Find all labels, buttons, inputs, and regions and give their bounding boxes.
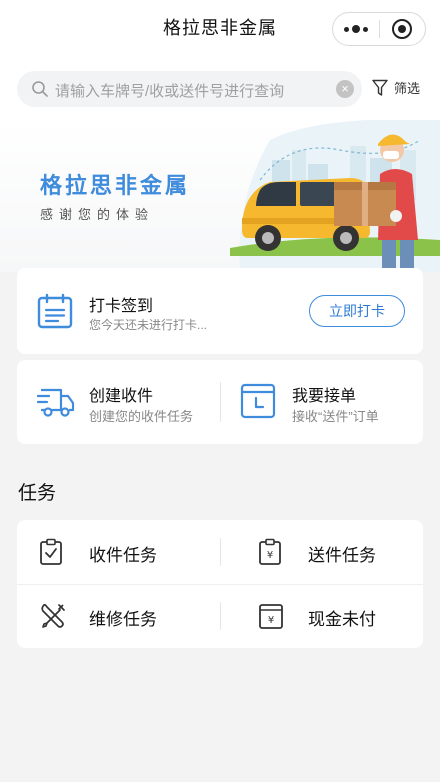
accept-order-title: 我要接单 (292, 388, 357, 405)
delivery-task-label: 送件任务 (308, 546, 376, 565)
search-icon (32, 81, 48, 97)
search-row: 请输入车牌号/收或送件号进行查询 × 筛选 (0, 56, 440, 120)
search-input[interactable]: 请输入车牌号/收或送件号进行查询 × (17, 71, 362, 107)
delivery-task-button[interactable]: ¥ 送件任务 (220, 520, 423, 584)
checkin-title: 打卡签到 (89, 298, 154, 315)
mini-program-capsule (332, 12, 426, 46)
clear-icon[interactable]: × (336, 80, 354, 98)
tasks-section-title: 任务 (18, 483, 57, 504)
clipboard-yen-icon: ¥ (259, 538, 281, 565)
calendar-icon (37, 293, 73, 329)
more-options-button[interactable] (333, 12, 379, 46)
close-miniprogram-button[interactable] (379, 12, 425, 46)
repair-task-label: 维修任务 (89, 610, 157, 629)
cash-unpaid-label: 现金未付 (308, 610, 376, 629)
repair-task-button[interactable]: 维修任务 (17, 584, 220, 648)
checkin-button[interactable]: 立即打卡 (309, 295, 405, 327)
cash-drawer-icon: ¥ (259, 604, 283, 629)
create-pickup-subtitle: 创建您的收件任务 (89, 409, 194, 424)
filter-button[interactable]: 筛选 (372, 78, 420, 97)
banner-brand: 格拉思非金属 (40, 173, 191, 198)
delivery-truck-icon (37, 388, 75, 417)
clipboard-check-icon (40, 538, 62, 565)
filter-label: 筛选 (394, 81, 421, 96)
top-bar: 格拉思非金属 (0, 0, 440, 56)
search-placeholder: 请输入车牌号/收或送件号进行查询 (55, 83, 285, 100)
delivery-illustration (230, 120, 440, 272)
create-pickup-button[interactable]: 创建收件 创建您的收件任务 (17, 360, 220, 444)
tasks-card: 收件任务 ¥ 送件任务 维修任务 ¥ 现金未付 (17, 520, 423, 648)
accept-order-button[interactable]: 我要接单 接收“送件”订单 (220, 360, 423, 444)
pickup-task-label: 收件任务 (89, 546, 157, 565)
checkin-subtitle: 您今天还未进行打卡... (89, 318, 208, 332)
actions-card: 创建收件 创建您的收件任务 我要接单 接收“送件”订单 (17, 360, 423, 444)
create-pickup-title: 创建收件 (89, 388, 154, 405)
svg-text:¥: ¥ (268, 615, 274, 626)
calendar-clock-icon (240, 383, 276, 419)
accept-order-subtitle: 接收“送件”订单 (292, 409, 379, 424)
banner-slogan: 感谢您的体验 (40, 207, 155, 222)
filter-icon (372, 79, 388, 96)
hero-banner: 格拉思非金属 感谢您的体验 (0, 120, 440, 272)
cash-unpaid-button[interactable]: ¥ 现金未付 (220, 584, 423, 648)
pickup-task-button[interactable]: 收件任务 (17, 520, 220, 584)
wrench-screwdriver-icon (41, 603, 65, 628)
target-icon (392, 19, 413, 39)
checkin-card: 打卡签到 您今天还未进行打卡... 立即打卡 (17, 268, 423, 354)
svg-text:¥: ¥ (267, 550, 273, 561)
